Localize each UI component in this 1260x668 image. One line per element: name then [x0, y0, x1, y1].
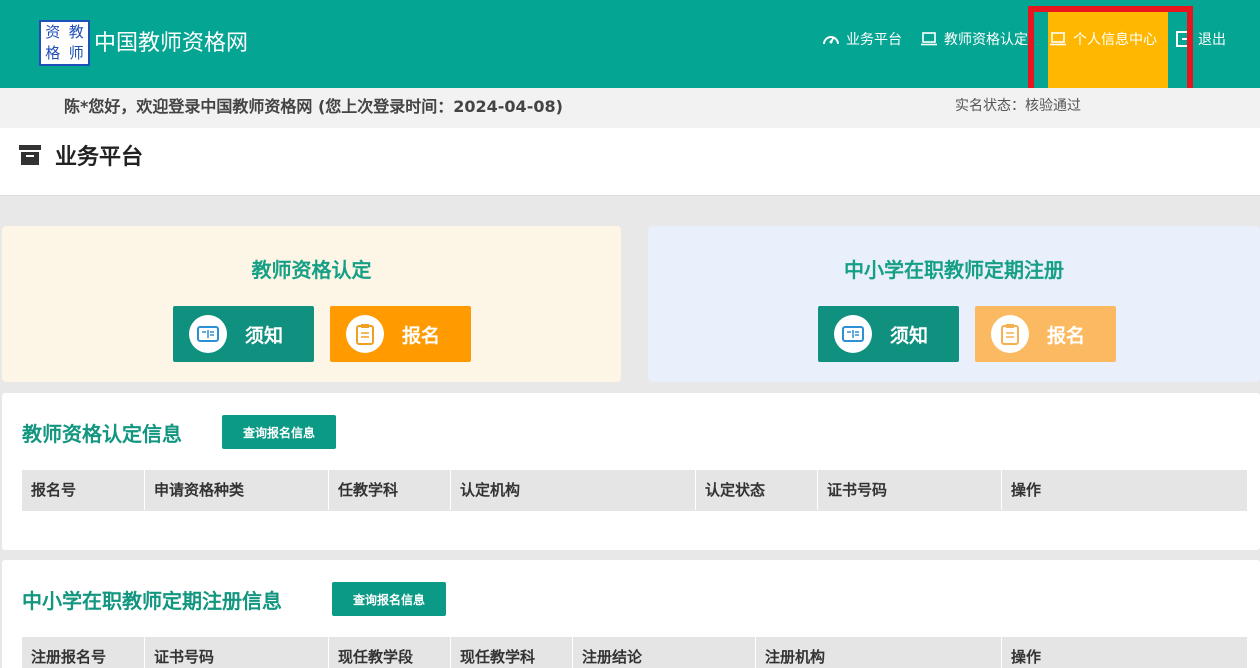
column-header: 现任教学科 — [450, 637, 572, 668]
nav-label: 教师资格认定 — [944, 32, 1028, 48]
panel-registration-info: 中小学在职教师定期注册信息 查询报名信息 注册报名号 证书号码 现任教学段 现任… — [2, 560, 1260, 668]
highlight-box — [1028, 6, 1193, 101]
panel-title: 教师资格认定信息 — [22, 422, 182, 446]
card-title: 中小学在职教师定期注册 — [844, 258, 1064, 282]
nav-label: 退出 — [1198, 32, 1226, 48]
column-header: 任教学科 — [328, 470, 450, 510]
column-header: 操作 — [1001, 470, 1247, 510]
clipboard-icon — [346, 315, 384, 353]
notice-icon — [189, 315, 227, 353]
table-header: 注册报名号 证书号码 现任教学段 现任教学科 注册结论 注册机构 操作 — [22, 637, 1247, 668]
site-logo[interactable]: 资 教 格 师 — [39, 20, 90, 66]
table-divider — [22, 510, 1247, 511]
column-header: 注册报名号 — [31, 648, 107, 666]
realname-label: 实名状态： — [955, 98, 1025, 114]
column-header: 认定机构 — [450, 470, 695, 510]
table-header: 报名号 申请资格种类 任教学科 认定机构 认定状态 证书号码 操作 — [22, 470, 1247, 510]
signup-label: 报名 — [402, 324, 441, 347]
logo-char: 师 — [68, 44, 84, 62]
column-header: 注册机构 — [755, 637, 1001, 668]
panel-title: 中小学在职教师定期注册信息 — [22, 589, 282, 613]
query-signup-button[interactable]: 查询报名信息 — [332, 582, 446, 616]
signup-button[interactable]: 报名 — [975, 306, 1116, 362]
notice-icon — [834, 315, 872, 353]
page-title: 业务平台 — [55, 145, 144, 170]
column-header: 报名号 — [31, 481, 77, 499]
nav-item-teacher-cert[interactable]: 教师资格认定 — [920, 29, 1036, 49]
query-signup-button[interactable]: 查询报名信息 — [222, 415, 336, 449]
dashboard-icon — [823, 36, 839, 45]
notice-label: 须知 — [890, 324, 929, 347]
card-periodic-registration: 中小学在职教师定期注册 须知 报名 — [648, 226, 1260, 382]
panel-cert-info: 教师资格认定信息 查询报名信息 报名号 申请资格种类 任教学科 认定机构 认定状… — [2, 393, 1260, 550]
realname-status: 实名状态：核验通过 — [955, 95, 1081, 115]
notice-button[interactable]: 须知 — [173, 306, 314, 362]
column-header: 证书号码 — [817, 470, 1001, 510]
column-header: 认定状态 — [695, 470, 817, 510]
clipboard-icon — [991, 315, 1029, 353]
card-title: 教师资格认定 — [251, 258, 372, 282]
archive-icon — [19, 145, 41, 165]
logo-char: 教 — [68, 23, 84, 41]
logo-char: 资 — [45, 23, 61, 41]
realname-value: 核验通过 — [1025, 98, 1081, 114]
welcome-text: 陈*您好，欢迎登录中国教师资格网 (您上次登录时间：2024-04-08) — [64, 97, 563, 116]
page-header — [0, 128, 1260, 196]
column-header: 操作 — [1001, 637, 1247, 668]
column-header: 现任教学段 — [328, 637, 450, 668]
column-header: 证书号码 — [144, 637, 328, 668]
nav-label: 业务平台 — [846, 32, 902, 48]
site-title[interactable]: 中国教师资格网 — [94, 30, 248, 58]
notice-button[interactable]: 须知 — [818, 306, 959, 362]
card-teacher-cert: 教师资格认定 须知 报名 — [2, 226, 621, 382]
signup-label: 报名 — [1047, 324, 1086, 347]
column-header: 注册结论 — [572, 637, 755, 668]
logo-char: 格 — [45, 44, 61, 62]
column-header: 申请资格种类 — [144, 470, 328, 510]
signup-button[interactable]: 报名 — [330, 306, 471, 362]
notice-label: 须知 — [245, 324, 284, 347]
nav-item-business-platform[interactable]: 业务平台 — [822, 29, 902, 49]
laptop-icon — [921, 32, 937, 46]
